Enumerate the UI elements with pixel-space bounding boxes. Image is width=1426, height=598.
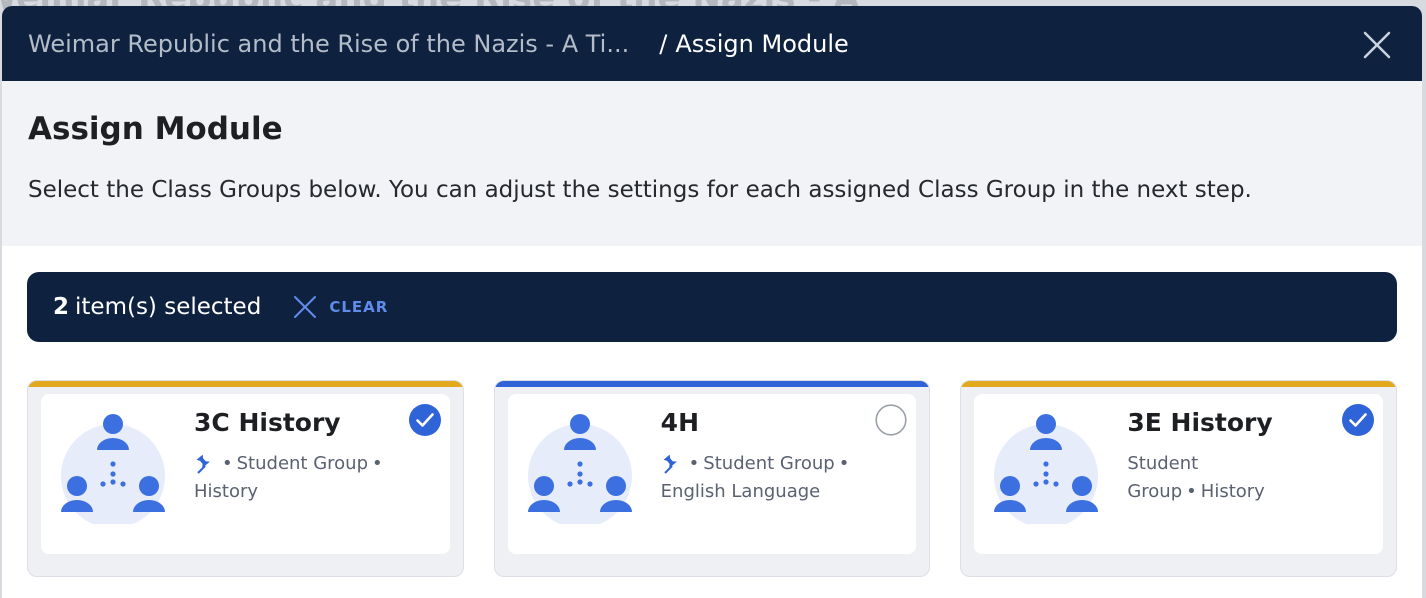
card-body: 3C History • Student Group • History — [41, 394, 450, 554]
unselected-checkbox-icon[interactable] — [875, 404, 907, 436]
class-group-subject: History — [1200, 481, 1265, 502]
meta-separator: • — [222, 453, 233, 474]
selection-bar: 2 item(s) selected CLEAR — [27, 272, 1397, 342]
pin-icon[interactable] — [661, 454, 681, 474]
close-dialog-button[interactable] — [1362, 30, 1392, 60]
selected-count: 2 — [53, 294, 70, 320]
dialog-header: Weimar Republic and the Rise of the Nazi… — [2, 6, 1422, 81]
meta-separator: • — [688, 453, 700, 474]
class-group-card[interactable]: 3C History • Student Group • History — [27, 380, 464, 577]
card-body: 4H • Student Group • English Language — [507, 394, 917, 554]
close-icon — [294, 296, 317, 318]
selected-check-icon[interactable] — [1342, 404, 1375, 436]
dialog-content: 2 item(s) selected CLEAR 3C History • St… — [2, 246, 1422, 577]
selected-label: item(s) selected — [75, 294, 262, 320]
selected-check-icon[interactable] — [408, 404, 441, 436]
class-group-subject: English Language — [660, 481, 821, 502]
class-group-name: 3E History — [1127, 408, 1273, 437]
card-accent-stripe — [28, 381, 463, 387]
class-group-name: 3C History — [194, 408, 341, 437]
class-group-type: Student Group — [703, 453, 835, 474]
group-illustration-icon — [61, 414, 165, 524]
close-icon — [1363, 31, 1391, 59]
breadcrumb-current: Assign Module — [675, 29, 849, 58]
class-group-card[interactable]: 4H • Student Group • English Language — [493, 380, 931, 577]
class-group-subject: History — [194, 481, 259, 502]
group-illustration-icon — [527, 414, 632, 524]
card-body: 3E History Student Group • History — [974, 394, 1384, 554]
card-accent-stripe — [961, 381, 1397, 387]
class-group-name: 4H — [660, 408, 699, 437]
class-group-meta: • Student Group • English Language — [661, 450, 871, 506]
breadcrumb-separator: / — [659, 29, 668, 58]
class-group-meta: Student Group • History — [1127, 450, 1337, 506]
class-group-meta: • Student Group • History — [194, 450, 404, 506]
assign-module-dialog: Weimar Republic and the Rise of the Nazi… — [2, 6, 1422, 598]
class-group-list: 3C History • Student Group • History 4H … — [27, 380, 1398, 577]
meta-separator: • — [372, 453, 383, 474]
card-accent-stripe — [494, 381, 930, 387]
page-title: Assign Module — [28, 111, 283, 147]
clear-label: CLEAR — [329, 298, 389, 316]
class-group-card[interactable]: 3E History Student Group • History — [960, 380, 1398, 577]
instructions-text: Select the Class Groups below. You can a… — [28, 177, 1252, 203]
class-group-type: Student Group — [236, 453, 369, 474]
pin-icon[interactable] — [194, 454, 214, 474]
clear-selection-button[interactable]: CLEAR — [293, 295, 388, 319]
intro-section: Assign Module Select the Class Groups be… — [2, 81, 1422, 246]
meta-separator: • — [838, 453, 850, 474]
breadcrumb-module-title[interactable]: Weimar Republic and the Rise of the Nazi… — [28, 30, 629, 58]
meta-separator: • — [1186, 481, 1197, 502]
group-illustration-icon — [994, 414, 1099, 524]
